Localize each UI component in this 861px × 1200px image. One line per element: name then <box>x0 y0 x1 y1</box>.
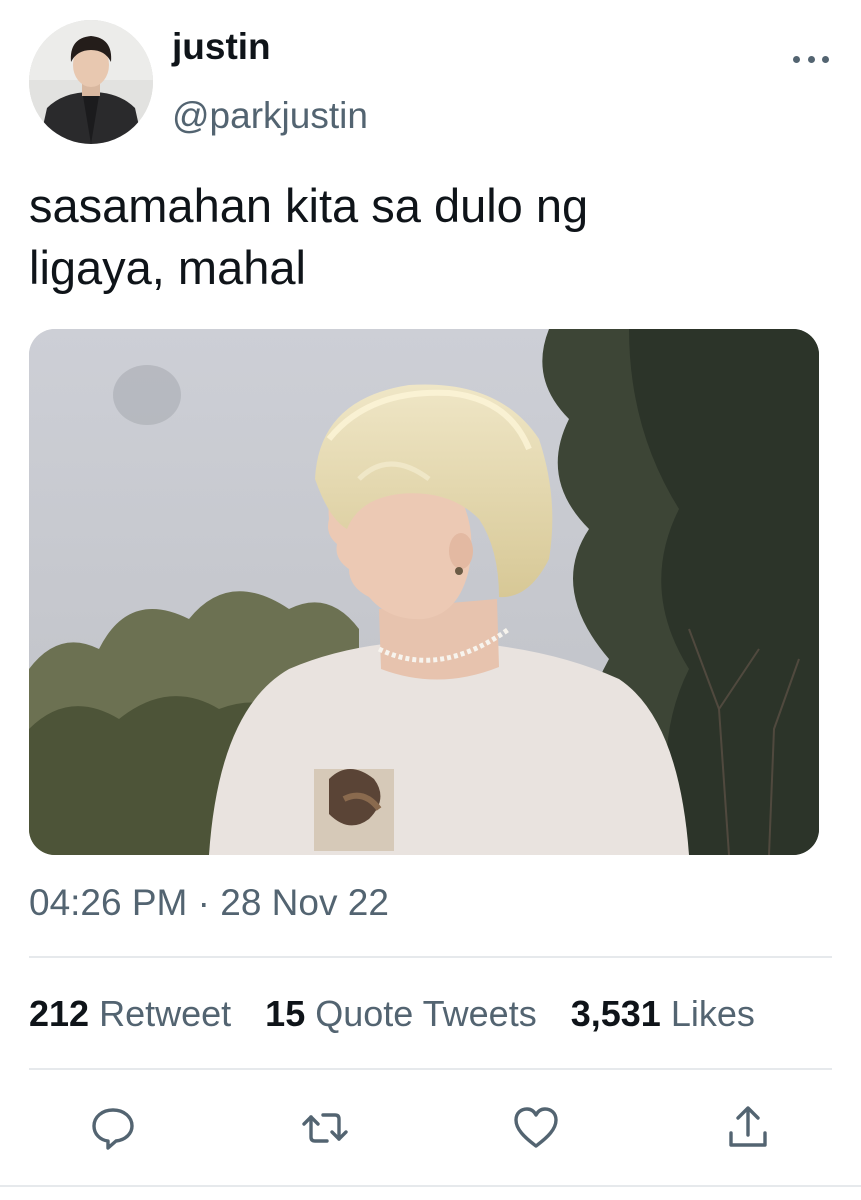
retweet-label: Retweet <box>99 993 232 1034</box>
divider <box>29 1068 832 1070</box>
user-handle[interactable]: @parkjustin <box>172 97 368 134</box>
tweet-text: sasamahan kita sa dulo ng ligaya, mahal <box>29 175 829 299</box>
retweet-count: 212 <box>29 993 90 1034</box>
photo-illustration <box>29 329 819 855</box>
quote-tweets-label: Quote Tweets <box>315 993 537 1034</box>
tweet-text-line: sasamahan kita sa dulo ng <box>29 179 589 232</box>
more-dot <box>793 55 800 63</box>
tweet-media-image[interactable] <box>29 329 819 855</box>
tweet-text-line: ligaya, mahal <box>29 241 306 294</box>
display-name[interactable]: justin <box>172 28 271 65</box>
quote-tweets-count: 15 <box>265 993 306 1034</box>
reply-icon[interactable] <box>88 1103 138 1153</box>
avatar[interactable] <box>29 20 153 144</box>
tweet-timestamp[interactable]: 04:26 PM · 28 Nov 22 <box>29 884 389 921</box>
divider <box>0 1185 861 1187</box>
likes-label: Likes <box>670 993 755 1034</box>
engagement-stats: 212 Retweet 15 Quote Tweets 3,531 Likes <box>29 996 755 1032</box>
heart-icon[interactable] <box>511 1103 561 1153</box>
more-dot <box>807 55 815 63</box>
retweet-stat[interactable]: 212 Retweet <box>29 996 231 1032</box>
likes-stat[interactable]: 3,531 Likes <box>571 996 755 1032</box>
quote-tweets-stat[interactable]: 15 Quote Tweets <box>265 996 537 1032</box>
avatar-photo <box>29 20 153 144</box>
more-options-icon[interactable] <box>793 44 829 74</box>
divider <box>29 956 832 958</box>
action-bar <box>0 1103 861 1153</box>
likes-count: 3,531 <box>570 993 661 1034</box>
share-icon[interactable] <box>723 1103 773 1153</box>
retweet-icon[interactable] <box>300 1103 350 1153</box>
more-dot <box>822 55 829 63</box>
